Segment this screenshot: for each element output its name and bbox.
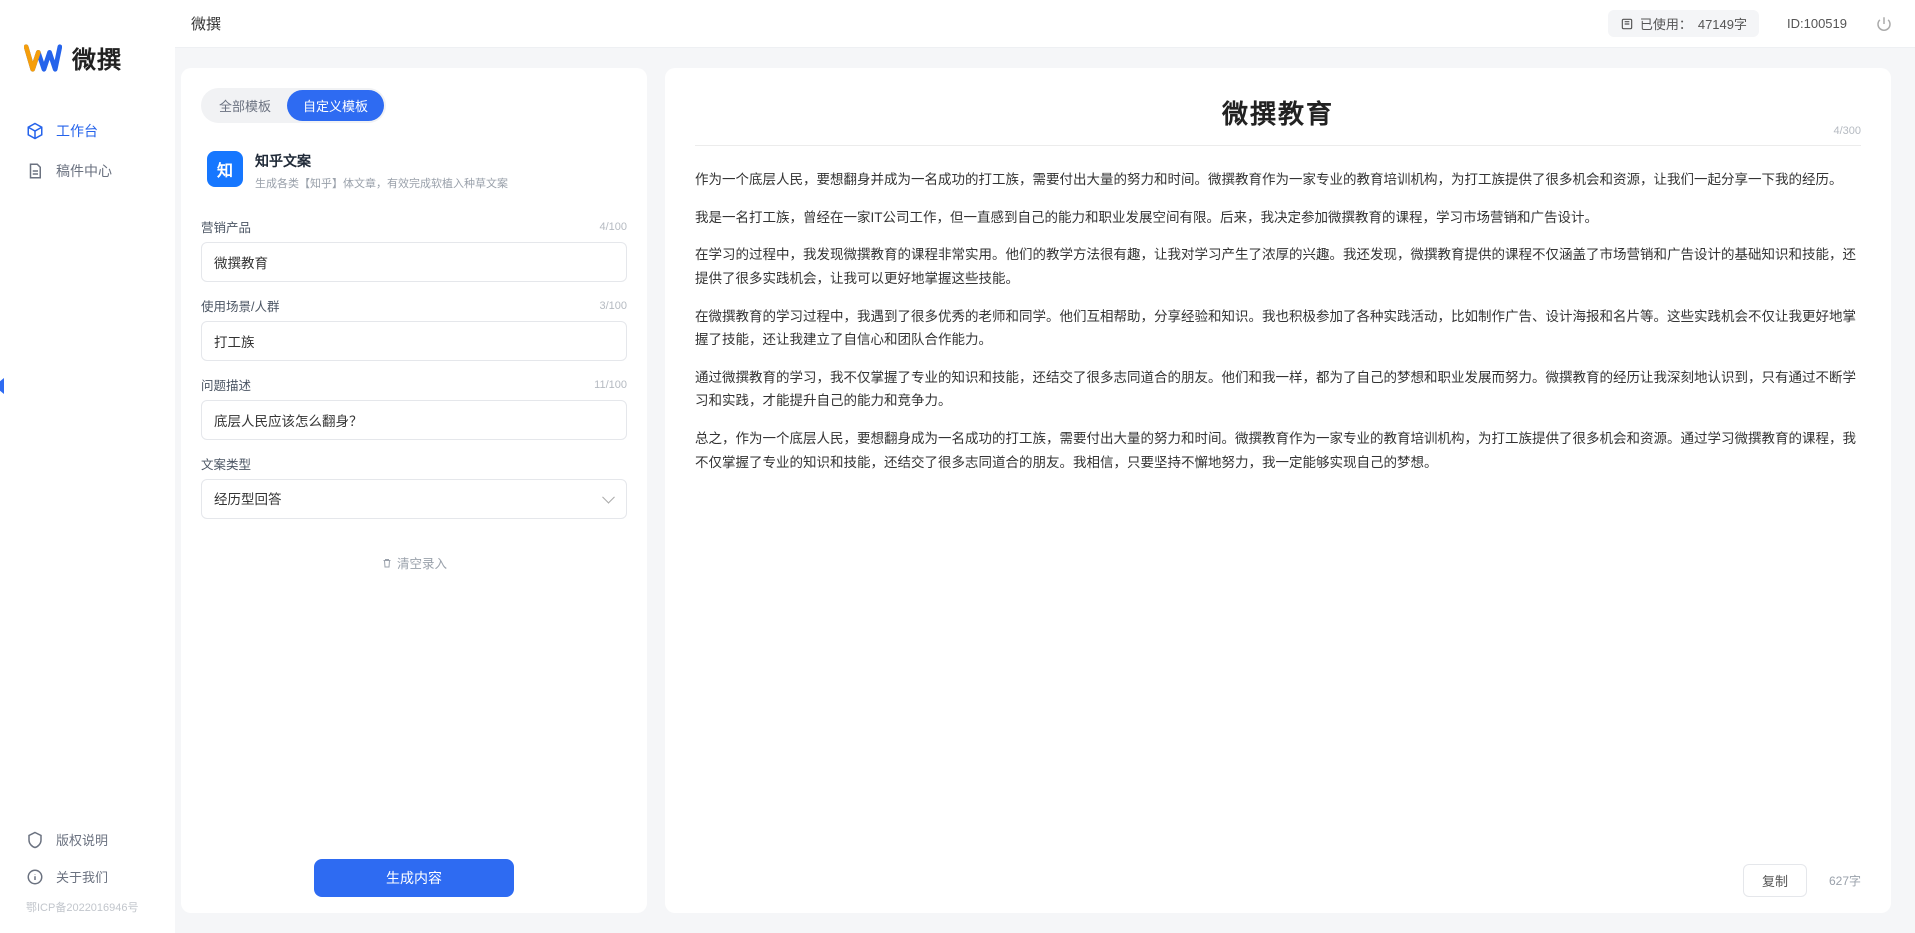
field-problem: 问题描述 11/100 [201, 375, 627, 440]
field-label: 营销产品 [201, 217, 251, 236]
char-count: 627字 [1829, 872, 1861, 889]
nav-item-drafts[interactable]: 稿件中心 [0, 151, 175, 191]
doc-paragraph: 作为一个底层人民，要想翻身并成为一名成功的打工族，需要付出大量的努力和时间。微撰… [695, 168, 1861, 192]
power-icon[interactable] [1875, 15, 1893, 33]
field-label: 文案类型 [201, 454, 251, 473]
template-desc: 生成各类【知乎】体文章，有效完成软植入种草文案 [255, 175, 621, 191]
doc-title-count: 4/300 [1833, 125, 1861, 137]
trash-icon [381, 557, 393, 569]
field-count: 4/100 [599, 221, 627, 233]
doc-title-wrap: 微撰教育 4/300 [695, 94, 1861, 146]
doc-paragraph: 我是一名打工族，曾经在一家IT公司工作，但一直感到自己的能力和职业发展空间有限。… [695, 206, 1861, 230]
cube-icon [26, 122, 44, 140]
field-count: 3/100 [599, 300, 627, 312]
brand-logo: 微撰 [0, 18, 175, 103]
icp-text: 鄂ICP备2022016946号 [0, 895, 175, 919]
doc-paragraph: 在微撰教育的学习过程中，我遇到了很多优秀的老师和同学。他们互相帮助，分享经验和知… [695, 305, 1861, 352]
form-panel: 全部模板 自定义模板 知 知乎文案 生成各类【知乎】体文章，有效完成软植入种草文… [181, 68, 647, 913]
output-panel: 微撰教育 4/300 作为一个底层人民，要想翻身并成为一名成功的打工族，需要付出… [665, 68, 1891, 913]
nav-label: 稿件中心 [56, 161, 112, 181]
nav-label: 关于我们 [56, 867, 108, 886]
field-label: 使用场景/人群 [201, 296, 279, 315]
field-style: 文案类型 经历型回答 [201, 454, 627, 519]
template-info: 知乎文案 生成各类【知乎】体文章，有效完成软植入种草文案 [255, 151, 621, 191]
field-product: 营销产品 4/100 [201, 217, 627, 282]
doc-footer: 复制 627字 [695, 850, 1861, 897]
text-usage-icon [1620, 17, 1634, 31]
field-count: 11/100 [594, 379, 627, 391]
nav-item-workspace[interactable]: 工作台 [0, 111, 175, 151]
main-area: 微撰 已使用： 47149字 ID:100519 [175, 0, 1915, 933]
tab-all-templates[interactable]: 全部模板 [203, 90, 287, 121]
topbar-right: 已使用： 47149字 ID:100519 [1608, 10, 1893, 37]
tab-custom-templates[interactable]: 自定义模板 [287, 90, 384, 121]
doc-paragraph: 通过微撰教育的学习，我不仅掌握了专业的知识和技能，还结交了很多志同道合的朋友。他… [695, 366, 1861, 413]
usage-indicator: 已使用： 47149字 [1608, 10, 1759, 37]
template-title: 知乎文案 [255, 151, 621, 171]
nav-item-copyright[interactable]: 版权说明 [0, 821, 175, 858]
nav-label: 版权说明 [56, 830, 108, 849]
shield-icon [26, 831, 44, 849]
doc-paragraph: 总之，作为一个底层人民，要想翻身成为一名成功的打工族，需要付出大量的努力和时间。… [695, 427, 1861, 474]
scene-input[interactable] [201, 321, 627, 361]
topbar: 微撰 已使用： 47149字 ID:100519 [175, 0, 1915, 48]
sidebar: 微撰 工作台 稿件中心 版权说明 [0, 0, 175, 933]
sidebar-footer: 版权说明 关于我们 鄂ICP备2022016946号 [0, 821, 175, 933]
usage-label: 已使用： [1640, 14, 1692, 33]
info-icon [26, 868, 44, 886]
product-input[interactable] [201, 242, 627, 282]
nav-item-about[interactable]: 关于我们 [0, 858, 175, 895]
field-scene: 使用场景/人群 3/100 [201, 296, 627, 361]
logo-mark-icon [24, 43, 62, 73]
style-select[interactable]: 经历型回答 [201, 479, 627, 519]
copy-button[interactable]: 复制 [1743, 864, 1807, 897]
user-id: ID:100519 [1787, 16, 1847, 31]
primary-nav: 工作台 稿件中心 [0, 103, 175, 199]
template-card: 知 知乎文案 生成各类【知乎】体文章，有效完成软植入种草文案 [201, 141, 627, 209]
generate-button[interactable]: 生成内容 [314, 859, 514, 897]
doc-icon [26, 162, 44, 180]
template-tabs: 全部模板 自定义模板 [201, 88, 386, 123]
usage-value: 47149字 [1698, 14, 1747, 33]
doc-paragraph: 在学习的过程中，我发现微撰教育的课程非常实用。他们的教学方法很有趣，让我对学习产… [695, 243, 1861, 290]
doc-title: 微撰教育 [695, 94, 1861, 131]
nav-label: 工作台 [56, 121, 98, 141]
clear-input-button[interactable]: 清空录入 [381, 553, 447, 572]
clear-label: 清空录入 [397, 553, 447, 572]
brand-name: 微撰 [72, 40, 122, 75]
page-title: 微撰 [191, 13, 221, 34]
content-row: 全部模板 自定义模板 知 知乎文案 生成各类【知乎】体文章，有效完成软植入种草文… [175, 48, 1915, 933]
template-badge-icon: 知 [207, 151, 243, 187]
problem-input[interactable] [201, 400, 627, 440]
field-label: 问题描述 [201, 375, 251, 394]
doc-body: 作为一个底层人民，要想翻身并成为一名成功的打工族，需要付出大量的努力和时间。微撰… [695, 168, 1861, 488]
